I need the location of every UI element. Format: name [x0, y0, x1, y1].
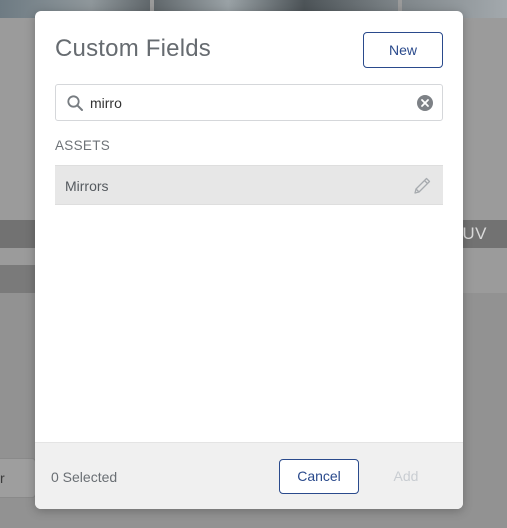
background-button-label: r: [0, 470, 5, 486]
pencil-icon[interactable]: [411, 175, 433, 197]
dialog-footer: 0 Selected Cancel Add: [35, 442, 463, 509]
clear-search-icon[interactable]: [416, 94, 434, 112]
background-band-secondary: [0, 265, 36, 293]
selected-count: 0 Selected: [51, 469, 118, 485]
background-button: [0, 458, 36, 498]
section-heading-assets: ASSETS: [55, 138, 111, 153]
dialog-title: Custom Fields: [55, 35, 211, 62]
custom-fields-dialog: Custom Fields New ASSETS Mirrors 0 Selec…: [35, 11, 463, 509]
list-item-label: Mirrors: [65, 178, 109, 194]
add-button[interactable]: Add: [366, 459, 446, 494]
search-input[interactable]: [90, 91, 400, 115]
new-button[interactable]: New: [363, 32, 443, 68]
cancel-button[interactable]: Cancel: [279, 459, 359, 494]
search-icon: [67, 95, 83, 111]
search-field[interactable]: [55, 84, 443, 121]
list-item[interactable]: Mirrors: [55, 165, 443, 205]
